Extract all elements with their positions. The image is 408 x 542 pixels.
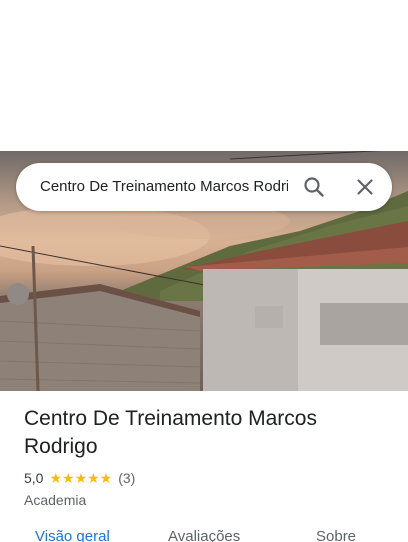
place-info-panel: Centro De Treinamento Marcos Rodrigo 5,0…: [24, 405, 394, 508]
star-icon: ★★★★★: [49, 469, 113, 486]
tab-about[interactable]: Sobre: [316, 528, 356, 542]
place-category[interactable]: Academia: [24, 492, 394, 508]
review-count[interactable]: (3): [118, 470, 135, 486]
search-input[interactable]: Centro De Treinamento Marcos Rodrigo: [40, 163, 288, 211]
rating-value: 5,0: [24, 470, 44, 486]
rating-row[interactable]: 5,0 ★★★★★ (3): [24, 468, 394, 488]
map-top-area: [0, 0, 408, 151]
close-icon: [357, 179, 373, 195]
tab-reviews[interactable]: Avaliações: [168, 528, 240, 542]
search-icon: [304, 177, 324, 197]
tab-overview[interactable]: Visão geral: [35, 528, 110, 542]
search-button[interactable]: [302, 175, 326, 199]
place-title: Centro De Treinamento Marcos Rodrigo: [24, 407, 317, 458]
clear-search-button[interactable]: [353, 175, 377, 199]
search-bar[interactable]: Centro De Treinamento Marcos Rodrigo: [16, 163, 392, 211]
place-tabs: Visão geral Avaliações Sobre: [0, 528, 408, 542]
